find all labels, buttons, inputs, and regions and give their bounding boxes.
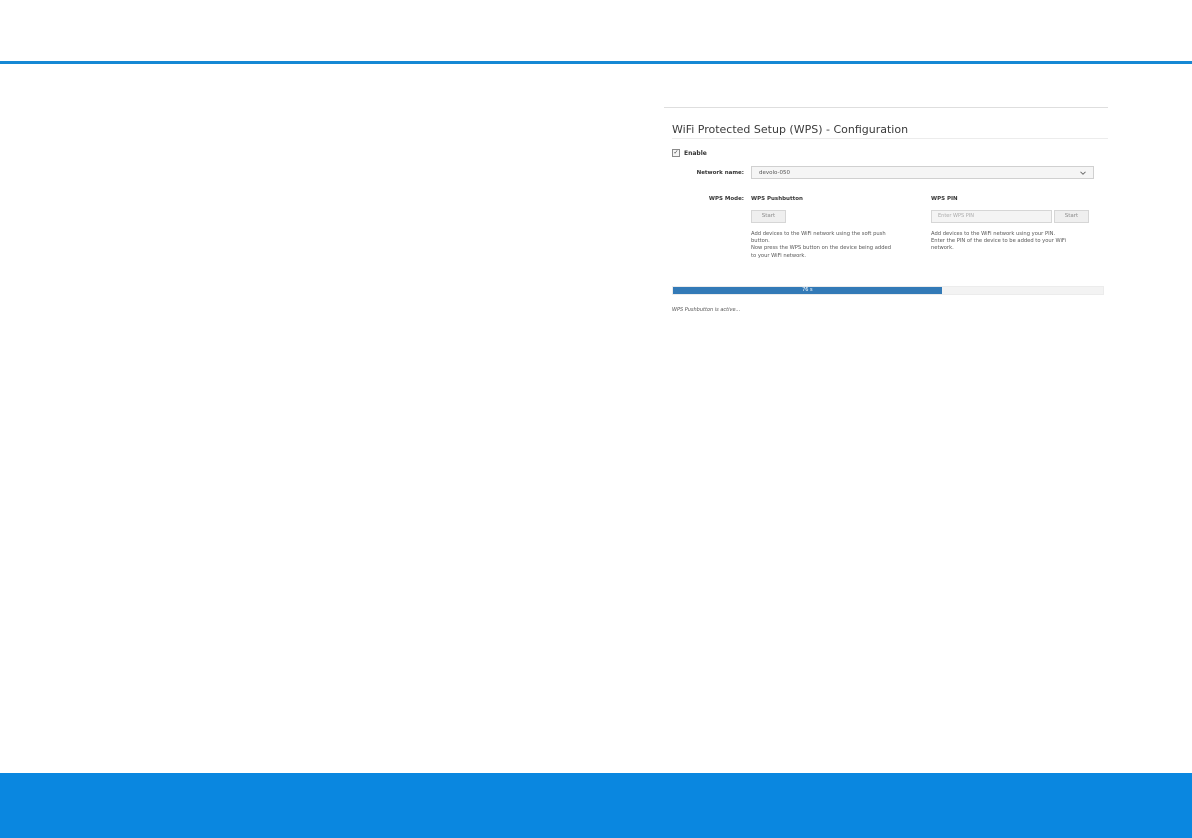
wps-pin-heading: WPS PIN xyxy=(931,196,958,202)
desc-line: to your WiFi network. xyxy=(751,252,807,259)
header-accent-rule xyxy=(0,61,1192,64)
title-divider xyxy=(672,138,1108,139)
network-name-value: devolo-050 xyxy=(759,170,790,176)
wps-pin-input[interactable]: Enter WPS PIN xyxy=(931,210,1052,223)
footer-band xyxy=(0,773,1192,838)
network-name-select[interactable]: devolo-050 xyxy=(751,166,1094,179)
wps-pin-start-button[interactable]: Start xyxy=(1054,210,1089,223)
wps-progress-label: 76 s xyxy=(802,287,813,293)
wps-status-text: WPS Pushbutton is active... xyxy=(672,307,741,313)
enable-row[interactable]: ✓ Enable xyxy=(672,148,707,158)
wps-config-panel: WiFi Protected Setup (WPS) - Configurati… xyxy=(664,107,1108,323)
desc-line: Add devices to the WiFi network using yo… xyxy=(931,231,1056,237)
desc-line: Enter the PIN of the device to be added … xyxy=(931,238,1066,245)
enable-label: Enable xyxy=(684,149,707,157)
wps-progress-bar: 76 s xyxy=(672,286,1104,295)
wps-pin-description: Add devices to the WiFi network using yo… xyxy=(931,231,1066,253)
wps-pushbutton-start-button[interactable]: Start xyxy=(751,210,786,223)
enable-checkbox[interactable]: ✓ xyxy=(672,149,680,157)
wps-pushbutton-description: Add devices to the WiFi network using th… xyxy=(751,231,891,260)
page-title: WiFi Protected Setup (WPS) - Configurati… xyxy=(672,123,909,136)
network-name-label: Network name: xyxy=(696,170,744,176)
wps-mode-label: WPS Mode: xyxy=(708,196,744,202)
desc-line: Now press the WPS button on the device b… xyxy=(751,245,891,252)
desc-line: Add devices to the WiFi network using th… xyxy=(751,231,886,237)
desc-line: button. xyxy=(751,238,770,245)
chevron-down-icon xyxy=(1080,171,1086,175)
desc-line: network. xyxy=(931,245,954,252)
wps-pushbutton-heading: WPS Pushbutton xyxy=(751,196,803,202)
